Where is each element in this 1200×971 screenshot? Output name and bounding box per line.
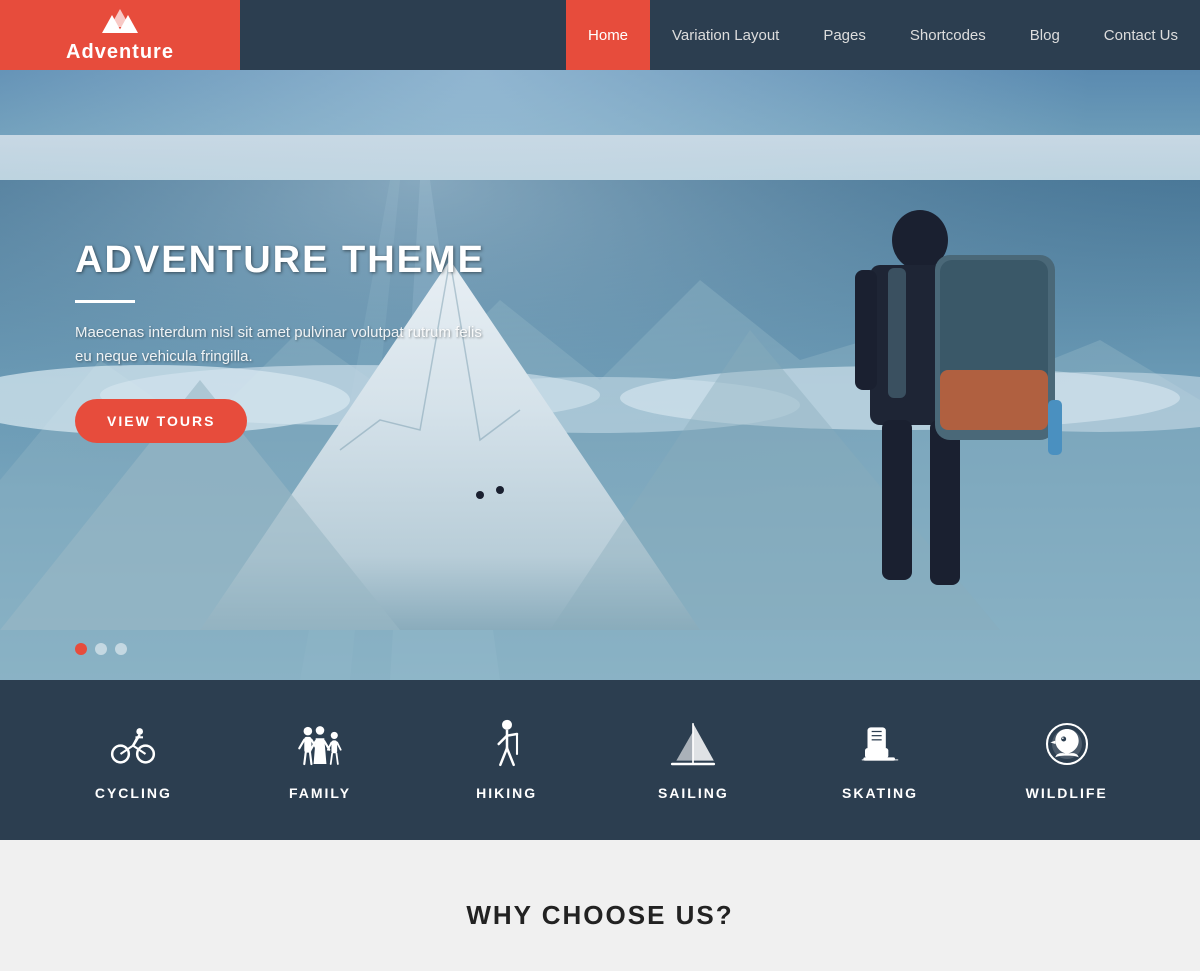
- hero-content: ADVENTURE THEME Maecenas interdum nisl s…: [75, 240, 495, 443]
- logo[interactable]: Adventure: [0, 0, 240, 70]
- category-hiking[interactable]: HIKING: [413, 719, 600, 801]
- wildlife-icon: [1042, 719, 1092, 769]
- why-section: WHY CHOOSE US?: [0, 840, 1200, 971]
- category-cycling[interactable]: CYCLING: [40, 719, 227, 801]
- main-nav: Home Variation Layout Pages Shortcodes B…: [566, 0, 1200, 70]
- hiking-label: HIKING: [476, 785, 537, 801]
- category-family[interactable]: FAMILY: [227, 719, 414, 801]
- wildlife-label: WILDLIFE: [1026, 785, 1108, 801]
- hero-divider: [75, 300, 135, 303]
- hero-section: ADVENTURE THEME Maecenas interdum nisl s…: [0, 70, 1200, 680]
- sailing-label: SAILING: [658, 785, 729, 801]
- category-wildlife[interactable]: WILDLIFE: [973, 719, 1160, 801]
- category-skating[interactable]: SKATING: [787, 719, 974, 801]
- cycling-label: CYCLING: [95, 785, 172, 801]
- category-sailing[interactable]: SAILING: [600, 719, 787, 801]
- categories-bar: CYCLING: [0, 680, 1200, 840]
- slider-dot-1[interactable]: [75, 643, 87, 655]
- nav-blog[interactable]: Blog: [1008, 0, 1082, 70]
- logo-icon: [102, 7, 138, 39]
- header: Adventure Home Variation Layout Pages Sh…: [0, 0, 1200, 70]
- family-icon: [295, 719, 345, 769]
- why-title: WHY CHOOSE US?: [0, 900, 1200, 931]
- logo-text: Adventure: [66, 41, 174, 64]
- nav-pages[interactable]: Pages: [801, 0, 888, 70]
- nav-contact[interactable]: Contact Us: [1082, 0, 1200, 70]
- nav-home[interactable]: Home: [566, 0, 650, 70]
- hiking-icon: [482, 719, 532, 769]
- cycling-icon: [108, 719, 158, 769]
- hero-title: ADVENTURE THEME: [75, 240, 495, 282]
- nav-variation-layout[interactable]: Variation Layout: [650, 0, 801, 70]
- slider-dots: [75, 643, 127, 655]
- sailing-icon: [668, 719, 718, 769]
- skating-icon: [855, 719, 905, 769]
- slider-dot-2[interactable]: [95, 643, 107, 655]
- slider-dot-3[interactable]: [115, 643, 127, 655]
- skating-label: SKATING: [842, 785, 918, 801]
- view-tours-button[interactable]: VIEW TOURS: [75, 399, 247, 443]
- family-label: FAMILY: [289, 785, 351, 801]
- nav-shortcodes[interactable]: Shortcodes: [888, 0, 1008, 70]
- hero-description: Maecenas interdum nisl sit amet pulvinar…: [75, 321, 495, 369]
